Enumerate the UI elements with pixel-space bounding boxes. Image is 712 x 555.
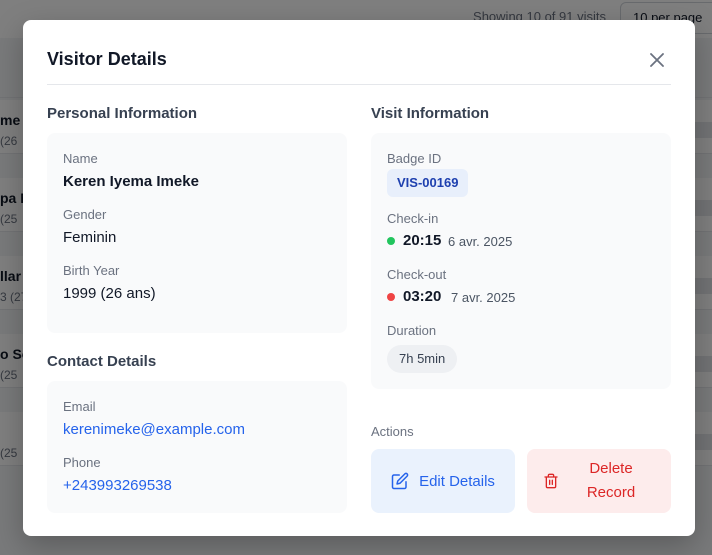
delete-record-button[interactable]: Delete Record <box>527 449 671 513</box>
contact-details-title: Contact Details <box>47 353 157 370</box>
personal-info-title: Personal Information <box>47 105 198 122</box>
checkout-date: 7 avr. 2025 <box>451 290 516 305</box>
phone-label: Phone <box>63 455 101 470</box>
contact-details-card: Email kerenimeke@example.com Phone +2439… <box>47 381 347 513</box>
gender-label: Gender <box>63 207 107 222</box>
birth-year-label: Birth Year <box>63 263 120 278</box>
personal-info-card: Name Keren Iyema Imeke Gender Feminin Bi… <box>47 133 347 333</box>
close-button[interactable] <box>645 48 669 72</box>
gender-value: Feminin <box>63 229 117 246</box>
checkout-status-dot <box>387 293 395 301</box>
duration-value: 7h 5min <box>387 345 458 373</box>
delete-record-label: Delete Record <box>586 460 636 501</box>
checkin-label: Check-in <box>387 211 439 226</box>
checkout-time: 03:20 <box>403 288 442 305</box>
name-value: Keren Iyema Imeke <box>63 173 199 190</box>
trash-icon <box>544 473 558 489</box>
email-link[interactable]: kerenimeke@example.com <box>63 421 245 438</box>
name-label: Name <box>63 151 98 166</box>
header-divider <box>47 84 671 85</box>
edit-icon <box>391 472 409 490</box>
actions-title: Actions <box>371 424 414 439</box>
birth-year-value: 1999 (26 ans) <box>63 285 156 302</box>
duration-label: Duration <box>387 323 437 338</box>
visit-info-title: Visit Information <box>371 105 490 122</box>
edit-details-button[interactable]: Edit Details <box>371 449 515 513</box>
email-label: Email <box>63 399 96 414</box>
badge-id-value: VIS-00169 <box>387 169 469 197</box>
visitor-details-modal: Visitor Details Personal Information Nam… <box>23 20 695 536</box>
checkin-time: 20:15 <box>403 232 442 249</box>
badge-id-label: Badge ID <box>387 151 442 166</box>
close-icon <box>650 53 664 67</box>
checkin-status-dot <box>387 237 395 245</box>
checkout-label: Check-out <box>387 267 447 282</box>
modal-title: Visitor Details <box>47 49 167 69</box>
checkin-date: 6 avr. 2025 <box>448 234 513 249</box>
edit-details-label: Edit Details <box>419 472 495 490</box>
phone-link[interactable]: +243993269538 <box>63 477 172 494</box>
visit-info-card: Badge ID VIS-00169 Check-in 20:15 6 avr.… <box>371 133 671 389</box>
